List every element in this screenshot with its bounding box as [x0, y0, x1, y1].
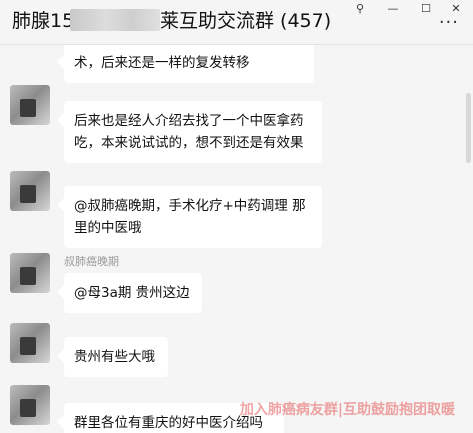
message-bubble[interactable]: 后来也是经人介绍去找了一个中医拿药 吃，本来说试试的，想不到还是有效果 — [64, 101, 322, 163]
message-text: 术，后来还是一样的复发转移 — [74, 55, 250, 71]
more-options-icon[interactable]: ··· — [439, 12, 459, 33]
avatar[interactable] — [10, 85, 50, 125]
pin-icon[interactable]: ⚲ — [345, 0, 375, 16]
blurred-title-segment — [70, 9, 160, 31]
message-bubble[interactable]: @母3a期 贵州这边 — [64, 273, 202, 313]
avatar[interactable] — [10, 385, 50, 425]
message-line: 后来也是经人介绍去找了一个中医拿药 — [74, 113, 304, 129]
message-line: 吃，本来说试试的，想不到还是有效果 — [74, 135, 304, 151]
avatar[interactable] — [10, 253, 50, 293]
avatar[interactable] — [10, 171, 50, 211]
message-text: 群里各位有重庆的好中医介绍吗 — [74, 415, 263, 431]
avatar[interactable] — [10, 323, 50, 363]
chat-title-prefix: 肺腺15 — [12, 10, 75, 32]
chat-header: 肺腺15 莱互助交流群 (457) ⚲ — ☐ ✕ ··· — [0, 0, 473, 44]
watermark-text: 加入肺癌病友群|互助鼓励抱团取暖 — [239, 402, 455, 418]
chat-title: 莱互助交流群 (457) — [160, 10, 332, 32]
minimize-button[interactable]: — — [378, 0, 408, 16]
sender-nickname: 叔肺癌晚期 — [64, 255, 119, 268]
message-bubble[interactable]: 术，后来还是一样的复发转移 — [64, 45, 314, 83]
scrollbar[interactable] — [466, 93, 471, 163]
message-list[interactable]: 术，后来还是一样的复发转移 后来也是经人介绍去找了一个中医拿药 吃，本来说试试的… — [0, 45, 473, 433]
message-bubble[interactable]: @叔肺癌晚期，手术化疗+中药调理 那 里的中医哦 — [64, 186, 322, 248]
message-line: @叔肺癌晚期，手术化疗+中药调理 那 — [74, 198, 306, 214]
message-line: 里的中医哦 — [74, 220, 142, 236]
maximize-button[interactable]: ☐ — [411, 0, 441, 16]
message-text: 贵州有些大哦 — [74, 349, 155, 365]
message-bubble[interactable]: 贵州有些大哦 — [64, 337, 168, 377]
message-text: @母3a期 贵州这边 — [74, 285, 190, 301]
